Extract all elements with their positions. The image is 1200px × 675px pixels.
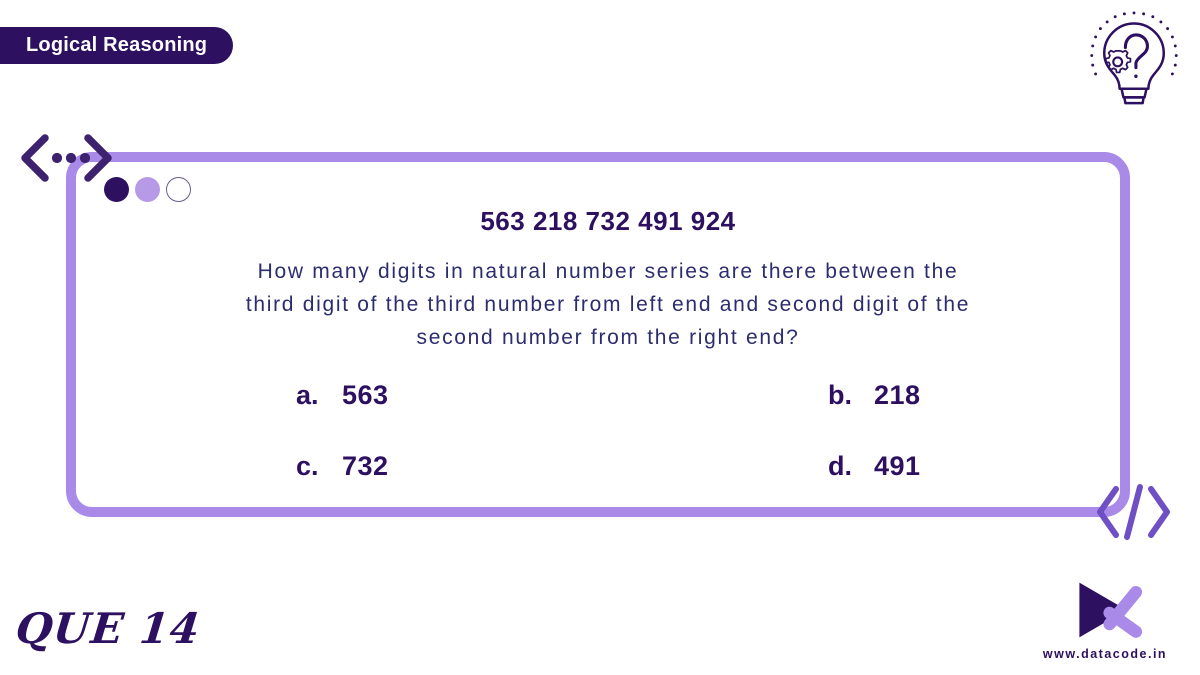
option-a-value: 563 [342, 380, 389, 410]
question-line-3: second number from the right end? [416, 326, 800, 349]
category-badge: Logical Reasoning [0, 27, 234, 64]
window-dots [104, 177, 191, 202]
chevron-dots-decoration-icon [18, 132, 114, 188]
brand-block: www.datacode.in [1030, 577, 1180, 661]
option-d[interactable]: d. 491 [608, 451, 1140, 482]
option-a[interactable]: a. 563 [76, 380, 608, 411]
datacode-play-k-logo [1079, 582, 1143, 638]
code-brackets-icon [1094, 481, 1174, 543]
question-line-2: third digit of the third number from lef… [245, 293, 971, 316]
category-badge-label: Logical Reasoning [26, 34, 208, 56]
option-b[interactable]: b. 218 [608, 380, 1140, 411]
option-d-letter: d. [828, 451, 852, 481]
option-b-letter: b. [828, 380, 852, 410]
option-d-value: 491 [874, 451, 921, 481]
option-c-letter: c. [296, 451, 319, 481]
question-line-1: How many digits in natural number series… [257, 260, 959, 283]
number-series: 563 218 732 491 924 [480, 206, 736, 236]
window-dot-empty [166, 177, 191, 202]
window-dot-light [135, 177, 160, 202]
question-text: How many digits in natural number series… [106, 255, 1110, 354]
option-c[interactable]: c. 732 [76, 451, 608, 482]
question-number: QUE 14 [13, 604, 203, 653]
option-a-letter: a. [296, 380, 319, 410]
question-card: 563 218 732 491 924 How many digits in n… [66, 152, 1130, 517]
option-b-value: 218 [874, 380, 921, 410]
website-url: www.datacode.in [1042, 647, 1168, 661]
options-grid: a. 563 b. 218 c. 732 d. 491 [76, 380, 1140, 482]
card-content: 563 218 732 491 924 How many digits in n… [76, 162, 1140, 527]
lightbulb-question-gear-icon [1086, 8, 1182, 108]
option-c-value: 732 [342, 451, 389, 481]
